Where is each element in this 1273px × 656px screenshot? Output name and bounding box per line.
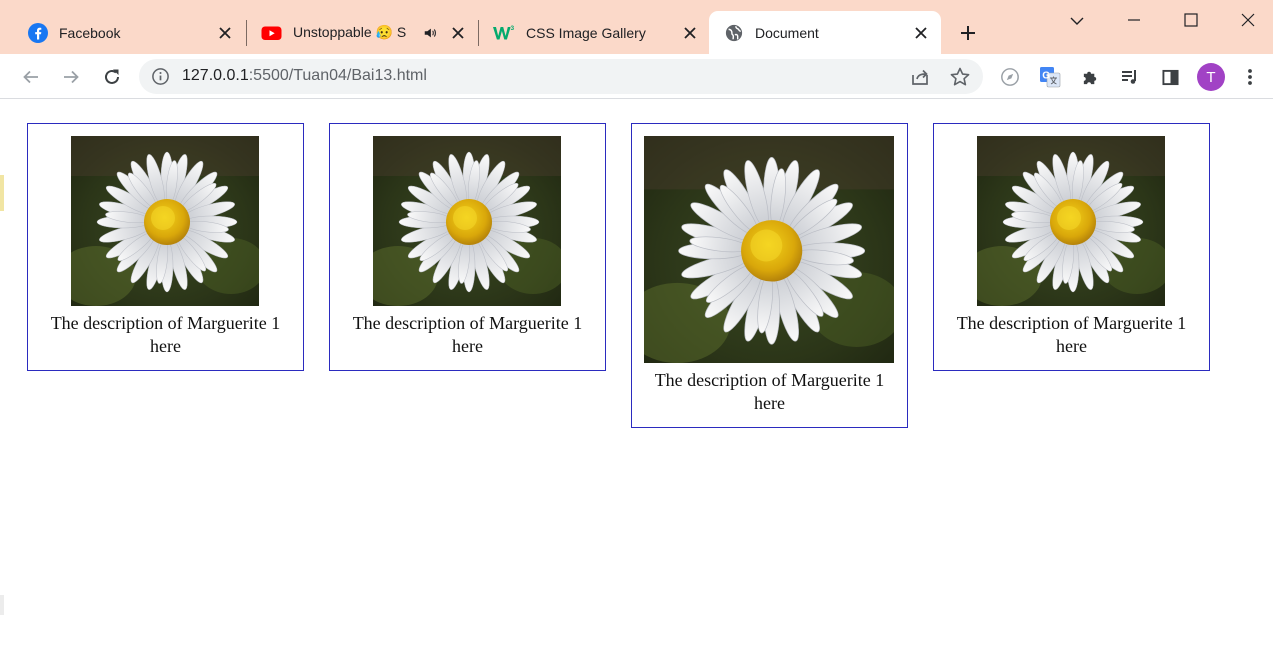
gallery-description: The description of Marguerite 1 here	[352, 313, 583, 356]
url-text[interactable]: 127.0.0.1:5500/Tuan04/Bai13.html	[182, 67, 427, 85]
url-path: :5500/Tuan04/Bai13.html	[248, 67, 427, 84]
facebook-icon	[28, 22, 48, 43]
minimize-icon	[1128, 19, 1140, 21]
globe-icon	[725, 24, 743, 41]
forward-button[interactable]	[58, 64, 84, 90]
menu-button[interactable]	[1237, 64, 1263, 90]
chevron-down-icon	[1070, 17, 1084, 25]
reload-button[interactable]	[99, 64, 125, 90]
media-controls-button[interactable]	[1117, 64, 1143, 90]
extension-translate-button[interactable]: G	[1037, 64, 1063, 90]
browser-toolbar: 127.0.0.1:5500/Tuan04/Bai13.html G T	[0, 54, 1273, 99]
maximize-button[interactable]	[1177, 6, 1205, 34]
extension-compass-button[interactable]	[997, 64, 1023, 90]
maximize-icon	[1184, 13, 1198, 27]
gallery-description: The description of Marguerite 1 here	[654, 370, 885, 413]
close-icon[interactable]	[911, 23, 931, 43]
tab-search-button[interactable]	[1066, 10, 1088, 32]
plus-icon	[961, 26, 975, 40]
tab-facebook[interactable]: Facebook	[0, 11, 245, 54]
info-icon[interactable]	[151, 67, 170, 86]
left-edge-marker	[0, 595, 4, 615]
gallery-image[interactable]	[373, 136, 561, 306]
gallery-image[interactable]	[977, 136, 1165, 306]
compass-icon	[1001, 68, 1019, 86]
daisy-photo	[71, 136, 259, 306]
gallery-item: The description of Marguerite 1 here	[27, 123, 304, 371]
tab-strip: Facebook Unstoppable 😥 S 3 CSS Image Gal…	[0, 0, 1273, 54]
star-icon[interactable]	[949, 66, 971, 88]
tab-title: Facebook	[59, 24, 121, 41]
gallery-image[interactable]	[644, 136, 894, 363]
close-icon[interactable]	[215, 23, 235, 43]
svg-text:3: 3	[511, 25, 515, 32]
tab-title: Document	[755, 24, 819, 41]
svg-text:G: G	[1042, 71, 1050, 82]
tab-youtube[interactable]: Unstoppable 😥 S	[233, 11, 478, 54]
share-icon[interactable]	[909, 66, 931, 88]
arrow-right-icon	[64, 70, 79, 84]
youtube-icon	[261, 26, 282, 40]
back-button[interactable]	[18, 64, 44, 90]
daisy-photo	[977, 136, 1165, 306]
tab-w3schools[interactable]: 3 CSS Image Gallery	[465, 11, 710, 54]
tab-title: CSS Image Gallery	[526, 24, 646, 41]
side-panel-button[interactable]	[1157, 64, 1183, 90]
tab-document[interactable]: Document	[709, 11, 941, 54]
gallery-item: The description of Marguerite 1 here	[933, 123, 1210, 371]
reload-icon	[105, 69, 119, 84]
close-window-button[interactable]	[1234, 6, 1262, 34]
tab-title: Unstoppable 😥 S	[293, 24, 407, 40]
w3schools-icon: 3	[493, 25, 515, 39]
page-viewport: The description of Marguerite 1 here The…	[0, 100, 1273, 656]
playlist-icon	[1122, 70, 1136, 84]
puzzle-icon	[1083, 71, 1096, 84]
gallery-item: The description of Marguerite 1 here	[329, 123, 606, 371]
daisy-photo	[373, 136, 561, 306]
new-tab-button[interactable]	[955, 20, 981, 46]
gallery-description: The description of Marguerite 1 here	[50, 313, 281, 356]
arrow-left-icon	[23, 70, 38, 84]
kebab-menu-icon	[1248, 69, 1252, 85]
url-host: 127.0.0.1	[182, 67, 249, 84]
close-icon[interactable]	[680, 23, 700, 43]
address-bar[interactable]: 127.0.0.1:5500/Tuan04/Bai13.html	[139, 59, 983, 94]
side-panel-icon	[1161, 69, 1179, 85]
avatar[interactable]: T	[1197, 63, 1225, 91]
daisy-photo	[644, 136, 894, 363]
gallery-item: The description of Marguerite 1 here	[631, 123, 908, 428]
minimize-button[interactable]	[1120, 6, 1148, 34]
google-translate-icon: G	[1040, 67, 1061, 88]
extensions-button[interactable]	[1077, 64, 1103, 90]
close-icon	[1241, 13, 1255, 27]
gallery-image[interactable]	[71, 136, 259, 306]
gallery-description: The description of Marguerite 1 here	[956, 313, 1187, 356]
speaker-icon[interactable]	[423, 26, 437, 40]
left-edge-marker	[0, 175, 4, 211]
